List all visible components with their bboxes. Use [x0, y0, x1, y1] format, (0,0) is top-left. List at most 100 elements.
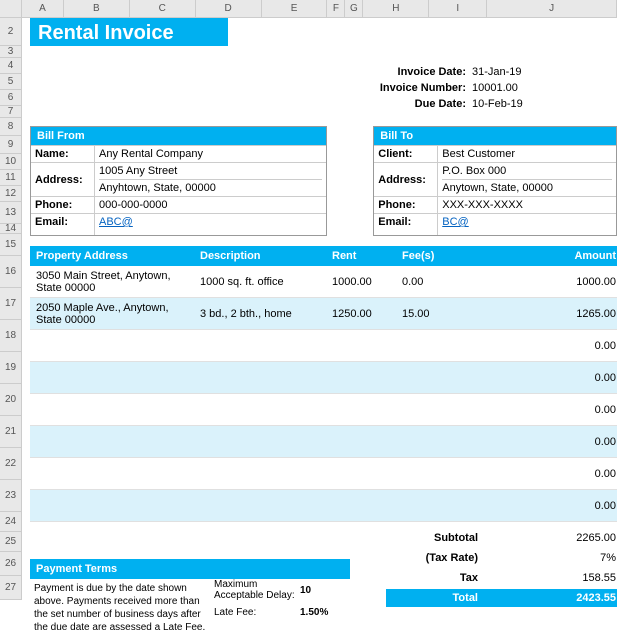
- row-header[interactable]: 24: [0, 512, 22, 532]
- due-date[interactable]: 10-Feb-19: [472, 98, 552, 110]
- table-row[interactable]: 0.00: [30, 330, 617, 362]
- cell-amount[interactable]: 0.00: [486, 394, 617, 426]
- row-header[interactable]: 13: [0, 202, 22, 224]
- col-header[interactable]: E: [262, 0, 328, 17]
- cell-property[interactable]: [30, 426, 194, 458]
- total-value[interactable]: 2423.55: [486, 589, 617, 607]
- col-header[interactable]: A: [22, 0, 64, 17]
- row-header[interactable]: 18: [0, 320, 22, 352]
- spreadsheet-body[interactable]: Rental Invoice Invoice Date:31-Jan-19 In…: [22, 18, 617, 613]
- cell-description[interactable]: [194, 458, 326, 490]
- cell-property[interactable]: [30, 490, 194, 522]
- cell-description[interactable]: [194, 490, 326, 522]
- row-header[interactable]: 15: [0, 234, 22, 256]
- row-header[interactable]: 16: [0, 256, 22, 288]
- row-header[interactable]: 7: [0, 106, 22, 118]
- col-header[interactable]: B: [64, 0, 130, 17]
- cell-rent[interactable]: [326, 458, 396, 490]
- cell-rent[interactable]: [326, 330, 396, 362]
- cell-amount[interactable]: 0.00: [486, 426, 617, 458]
- row-header[interactable]: 6: [0, 90, 22, 106]
- cell-property[interactable]: 2050 Maple Ave., Anytown, State 00000: [30, 298, 194, 330]
- row-header[interactable]: 27: [0, 576, 22, 600]
- cell-rent[interactable]: [326, 490, 396, 522]
- col-header[interactable]: D: [196, 0, 262, 17]
- cell-fees[interactable]: 0.00: [396, 266, 486, 298]
- subtotal-value[interactable]: 2265.00: [486, 532, 617, 544]
- col-header[interactable]: J: [487, 0, 617, 17]
- bill-to-email[interactable]: BC@: [442, 216, 468, 228]
- table-row[interactable]: 0.00: [30, 426, 617, 458]
- cell-description[interactable]: 3 bd., 2 bth., home: [194, 298, 326, 330]
- cell-description[interactable]: 1000 sq. ft. office: [194, 266, 326, 298]
- row-header[interactable]: 11: [0, 170, 22, 186]
- cell-rent[interactable]: 1250.00: [326, 298, 396, 330]
- bill-from-name[interactable]: Any Rental Company: [95, 146, 326, 162]
- col-header[interactable]: F: [327, 0, 345, 17]
- row-header[interactable]: 5: [0, 74, 22, 90]
- row-header[interactable]: 25: [0, 532, 22, 552]
- row-header[interactable]: 3: [0, 46, 22, 58]
- cell-amount[interactable]: 1265.00: [486, 298, 617, 330]
- col-header[interactable]: I: [429, 0, 487, 17]
- table-row[interactable]: 2050 Maple Ave., Anytown, State 000003 b…: [30, 298, 617, 330]
- bill-to-phone[interactable]: XXX-XXX-XXXX: [438, 197, 616, 213]
- table-row[interactable]: 0.00: [30, 394, 617, 426]
- row-header[interactable]: 14: [0, 224, 22, 234]
- row-header[interactable]: 23: [0, 480, 22, 512]
- row-header[interactable]: 10: [0, 154, 22, 170]
- bill-to-address[interactable]: P.O. Box 000Anytown, State, 00000: [438, 163, 616, 196]
- cell-property[interactable]: [30, 362, 194, 394]
- cell-property[interactable]: [30, 330, 194, 362]
- row-header[interactable]: 21: [0, 416, 22, 448]
- tax-rate-value[interactable]: 7%: [486, 552, 617, 564]
- cell-rent[interactable]: [326, 426, 396, 458]
- cell-amount[interactable]: 0.00: [486, 458, 617, 490]
- cell-fees[interactable]: [396, 458, 486, 490]
- col-header[interactable]: G: [345, 0, 363, 17]
- cell-description[interactable]: [194, 394, 326, 426]
- cell-description[interactable]: [194, 426, 326, 458]
- table-row[interactable]: 3050 Main Street, Anytown, State 0000010…: [30, 266, 617, 298]
- row-header[interactable]: 26: [0, 552, 22, 576]
- col-header[interactable]: H: [363, 0, 429, 17]
- bill-from-phone[interactable]: 000-000-0000: [95, 197, 326, 213]
- bill-from-email[interactable]: ABC@: [99, 216, 133, 228]
- invoice-date[interactable]: 31-Jan-19: [472, 66, 552, 78]
- bill-from-address[interactable]: 1005 Any StreetAnyhtown, State, 00000: [95, 163, 326, 196]
- cell-fees[interactable]: [396, 490, 486, 522]
- row-header[interactable]: 20: [0, 384, 22, 416]
- invoice-number[interactable]: 10001.00: [472, 82, 552, 94]
- delay-value[interactable]: 10: [300, 585, 340, 596]
- row-header[interactable]: 8: [0, 118, 22, 136]
- row-header[interactable]: 4: [0, 58, 22, 74]
- cell-description[interactable]: [194, 362, 326, 394]
- row-header[interactable]: 19: [0, 352, 22, 384]
- cell-amount[interactable]: 1000.00: [486, 266, 617, 298]
- cell-amount[interactable]: 0.00: [486, 490, 617, 522]
- table-row[interactable]: 0.00: [30, 458, 617, 490]
- cell-rent[interactable]: [326, 362, 396, 394]
- row-header[interactable]: 2: [0, 18, 22, 46]
- cell-fees[interactable]: [396, 330, 486, 362]
- cell-property[interactable]: [30, 394, 194, 426]
- bill-to-client[interactable]: Best Customer: [438, 146, 616, 162]
- cell-fees[interactable]: 15.00: [396, 298, 486, 330]
- table-row[interactable]: 0.00: [30, 490, 617, 522]
- cell-description[interactable]: [194, 330, 326, 362]
- cell-fees[interactable]: [396, 426, 486, 458]
- row-header[interactable]: 22: [0, 448, 22, 480]
- table-row[interactable]: 0.00: [30, 362, 617, 394]
- cell-fees[interactable]: [396, 394, 486, 426]
- row-header[interactable]: 9: [0, 136, 22, 154]
- cell-amount[interactable]: 0.00: [486, 330, 617, 362]
- cell-property[interactable]: 3050 Main Street, Anytown, State 00000: [30, 266, 194, 298]
- row-header[interactable]: 12: [0, 186, 22, 202]
- row-header[interactable]: 17: [0, 288, 22, 320]
- cell-rent[interactable]: [326, 394, 396, 426]
- cell-fees[interactable]: [396, 362, 486, 394]
- cell-amount[interactable]: 0.00: [486, 362, 617, 394]
- col-header[interactable]: C: [130, 0, 196, 17]
- tax-value[interactable]: 158.55: [486, 572, 617, 584]
- cell-rent[interactable]: 1000.00: [326, 266, 396, 298]
